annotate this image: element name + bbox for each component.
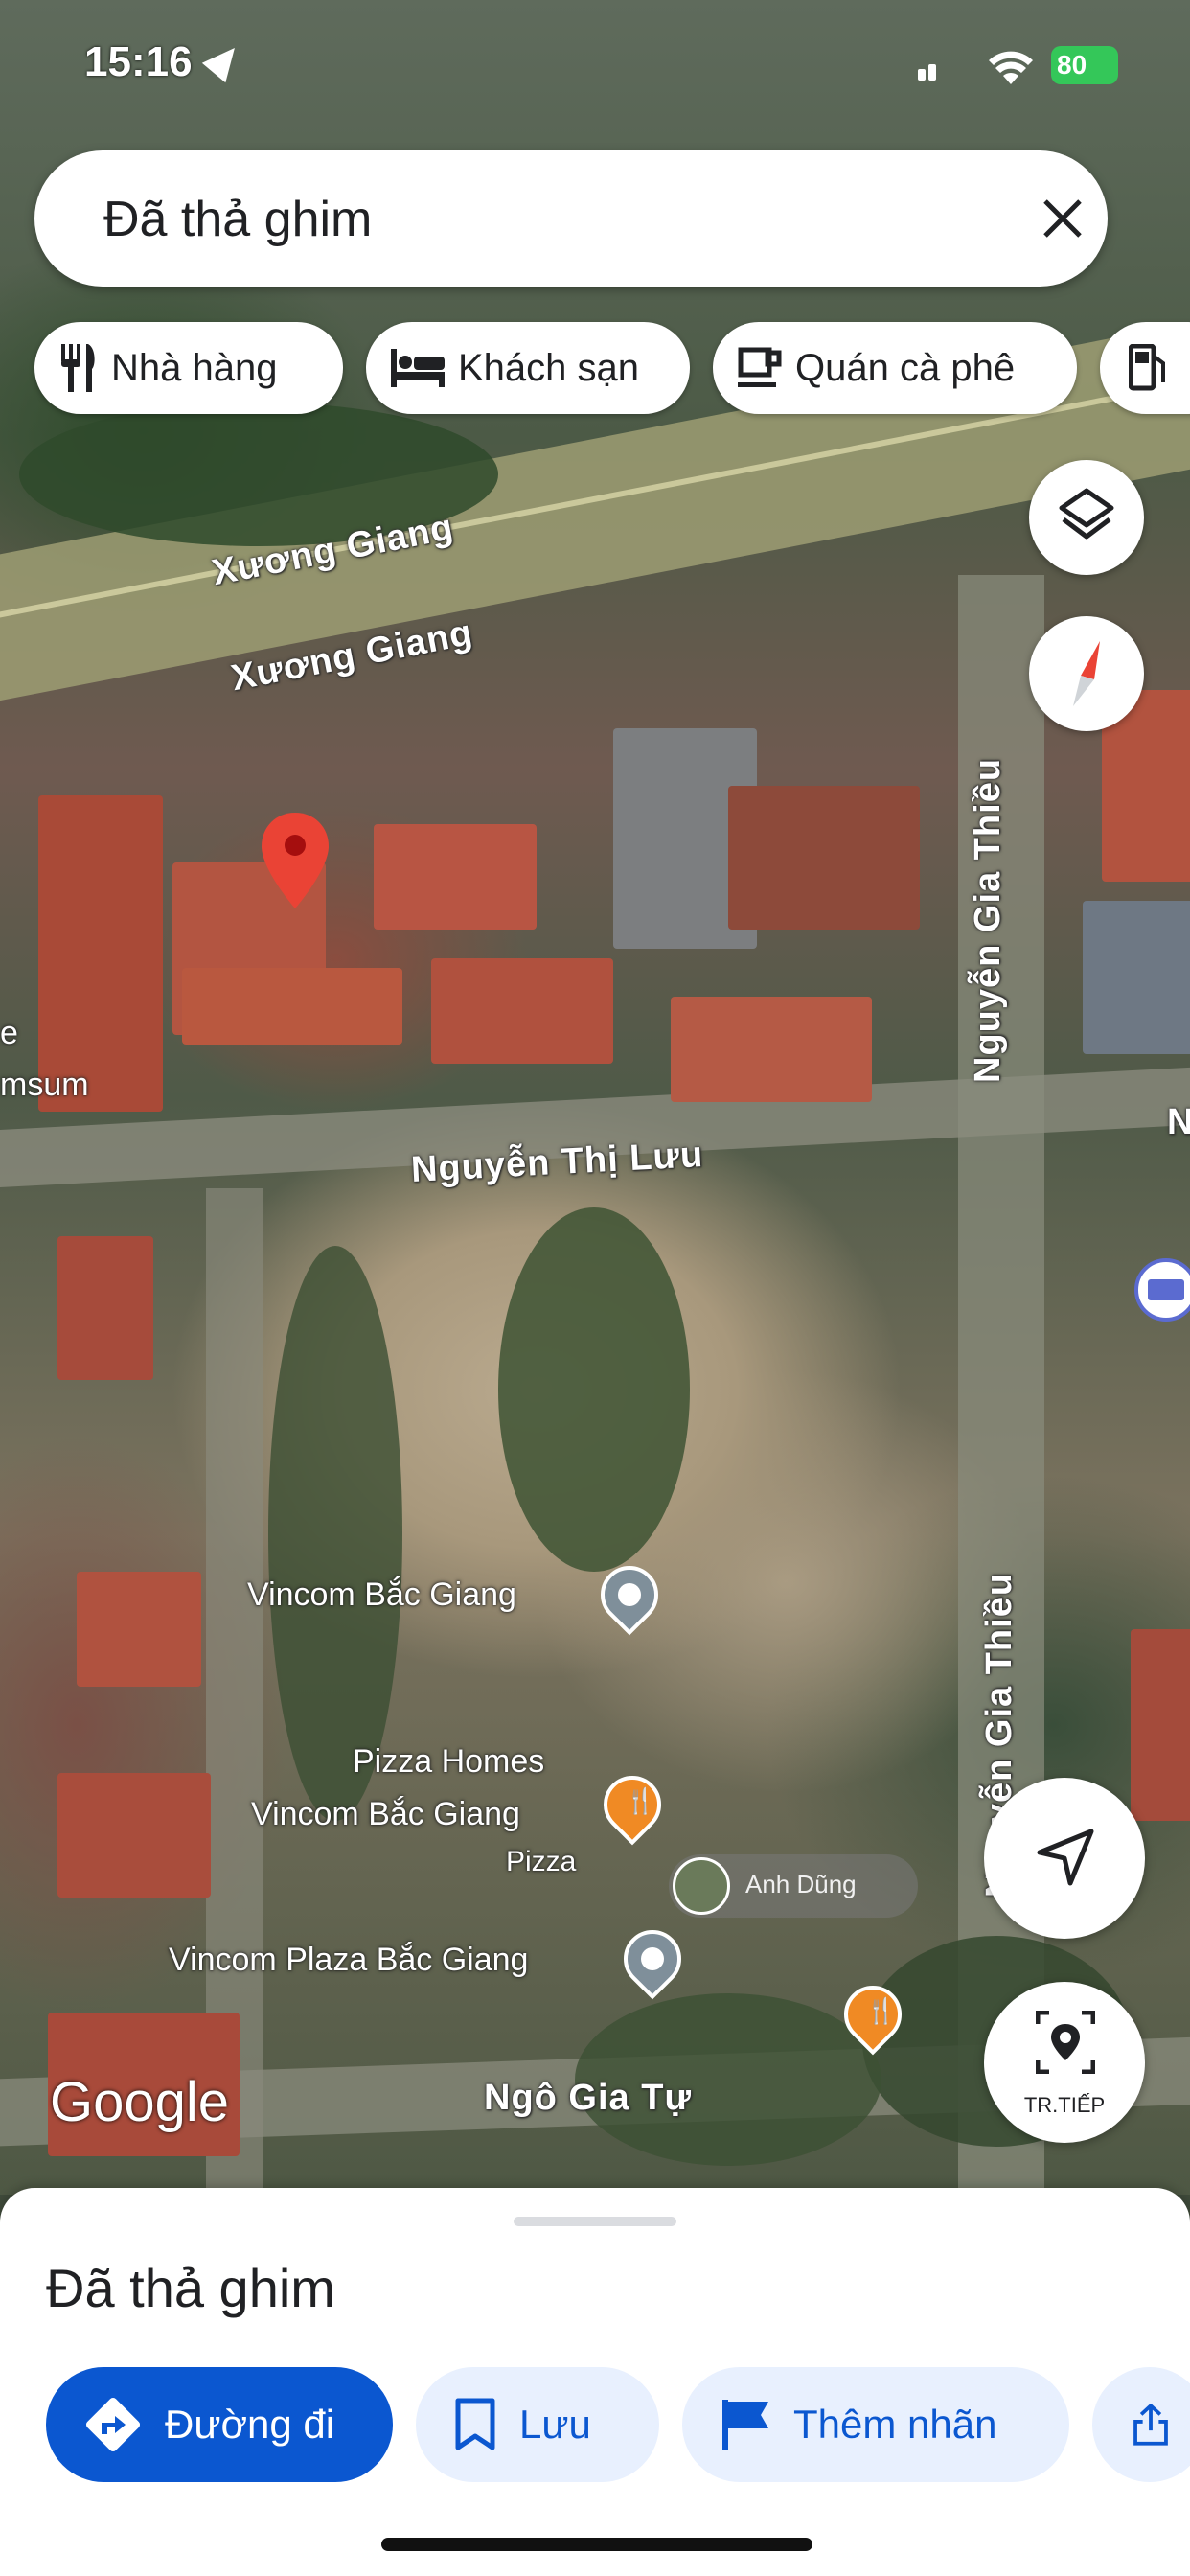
chip-gas-station[interactable] (1100, 322, 1190, 414)
layers-button[interactable] (1029, 460, 1144, 575)
building-roof (1131, 1629, 1190, 1821)
nearby-label: TR.TIẾP (1023, 2093, 1106, 2117)
building-roof (77, 1572, 201, 1687)
compass-button[interactable] (1029, 616, 1144, 731)
save-label: Lưu (519, 2402, 591, 2447)
status-bar: 15:16 80 (0, 0, 1190, 144)
road-label-ngo-gia-tu: Ngô Gia Tự (484, 2078, 692, 2118)
partial-label: msum (0, 1067, 89, 1103)
place-title: Đã thả ghim (46, 2258, 335, 2318)
chip-hotels[interactable]: Khách sạn (366, 322, 690, 414)
nearby-button[interactable]: TR.TIẾP (984, 1982, 1145, 2143)
flag-icon (722, 2400, 768, 2450)
save-button[interactable]: Lưu (416, 2367, 659, 2482)
add-label-button[interactable]: Thêm nhãn (682, 2367, 1069, 2482)
restaurant-icon: 🍴 (865, 1996, 897, 2026)
navigation-arrow-icon (1037, 1828, 1094, 1886)
battery-level: 80 (1057, 50, 1087, 80)
wifi-icon (989, 51, 1033, 84)
avatar (673, 1857, 730, 1915)
google-logo: Google (50, 2071, 230, 2133)
road-label-nguyen-gia-thieu: Nguyễn Gia Thiều (968, 757, 1008, 1083)
coffee-icon (738, 347, 782, 387)
add-label-label: Thêm nhãn (793, 2402, 997, 2447)
pin-icon (262, 813, 329, 908)
poi-pin-restaurant[interactable]: 🍴 (591, 1763, 674, 1846)
tree-cluster (498, 1208, 690, 1572)
chip-label: Khách sạn (458, 346, 640, 389)
restaurant-icon (61, 344, 95, 392)
compass-icon (1073, 641, 1100, 706)
sheet-drag-handle[interactable] (514, 2217, 676, 2226)
chip-restaurants[interactable]: Nhà hàng (34, 322, 343, 414)
directions-label: Đường đi (165, 2402, 335, 2447)
chip-label: Nhà hàng (111, 346, 278, 389)
layers-icon (1059, 488, 1114, 540)
poi-dot-icon (636, 1943, 669, 1975)
signal-icon (918, 59, 947, 80)
building-roof (182, 968, 402, 1045)
chip-label: Quán cà phê (795, 346, 1016, 389)
building-roof (671, 997, 872, 1102)
status-time: 15:16 (84, 38, 193, 85)
poi-pin-vincom-plaza[interactable] (611, 1918, 694, 2000)
battery-icon: 80 (1051, 46, 1118, 84)
building-roof (1083, 901, 1190, 1054)
directions-button[interactable]: Đường đi (46, 2367, 393, 2482)
building-roof (57, 1236, 153, 1380)
chip-coffee[interactable]: Quán cà phê (713, 322, 1077, 414)
place-sheet[interactable]: Đã thả ghim Đường đi Lưu Thêm nhãn (0, 2188, 1190, 2576)
close-icon[interactable] (1041, 196, 1085, 241)
restaurant-icon: 🍴 (625, 1786, 656, 1816)
tree-cluster (268, 1246, 402, 1821)
dropped-pin[interactable] (262, 813, 329, 908)
contributor-name: Anh Dũng (745, 1870, 857, 1898)
building-roof (728, 786, 920, 930)
poi-label-vincom-plaza[interactable]: Vincom Plaza Bắc Giang (169, 1941, 528, 1980)
building-roof (431, 958, 613, 1064)
poi-label-pizza-category: Pizza (506, 1846, 577, 1877)
location-arrow-icon (201, 37, 247, 83)
partial-label: e (0, 1015, 18, 1051)
share-button[interactable] (1092, 2367, 1190, 2482)
partial-label: N (1167, 1102, 1190, 1142)
scan-location-icon (1036, 2011, 1095, 2074)
share-icon (1133, 2404, 1168, 2446)
building-roof (57, 1773, 211, 1898)
search-input[interactable]: Đã thả ghim (103, 191, 372, 248)
directions-icon (85, 2397, 141, 2452)
gas-station-icon (1129, 344, 1165, 391)
building-roof (38, 795, 163, 1112)
bookmark-icon (455, 2398, 495, 2450)
poi-label-pizza-name[interactable]: Pizza Homes (353, 1742, 544, 1782)
poi-label-pizza-name[interactable]: Vincom Bắc Giang (251, 1795, 520, 1834)
poi-dot-icon (613, 1578, 646, 1611)
building-roof (374, 824, 537, 930)
poi-pin-atm[interactable] (1134, 1258, 1190, 1322)
contributor-badge[interactable]: Anh Dũng (669, 1854, 918, 1918)
my-location-button[interactable] (984, 1778, 1145, 1939)
poi-label-vincom[interactable]: Vincom Bắc Giang (247, 1576, 516, 1615)
atm-icon (1148, 1279, 1184, 1300)
home-indicator[interactable] (381, 2538, 812, 2551)
search-bar[interactable]: Đã thả ghim (34, 150, 1108, 287)
hotel-icon (391, 349, 445, 387)
